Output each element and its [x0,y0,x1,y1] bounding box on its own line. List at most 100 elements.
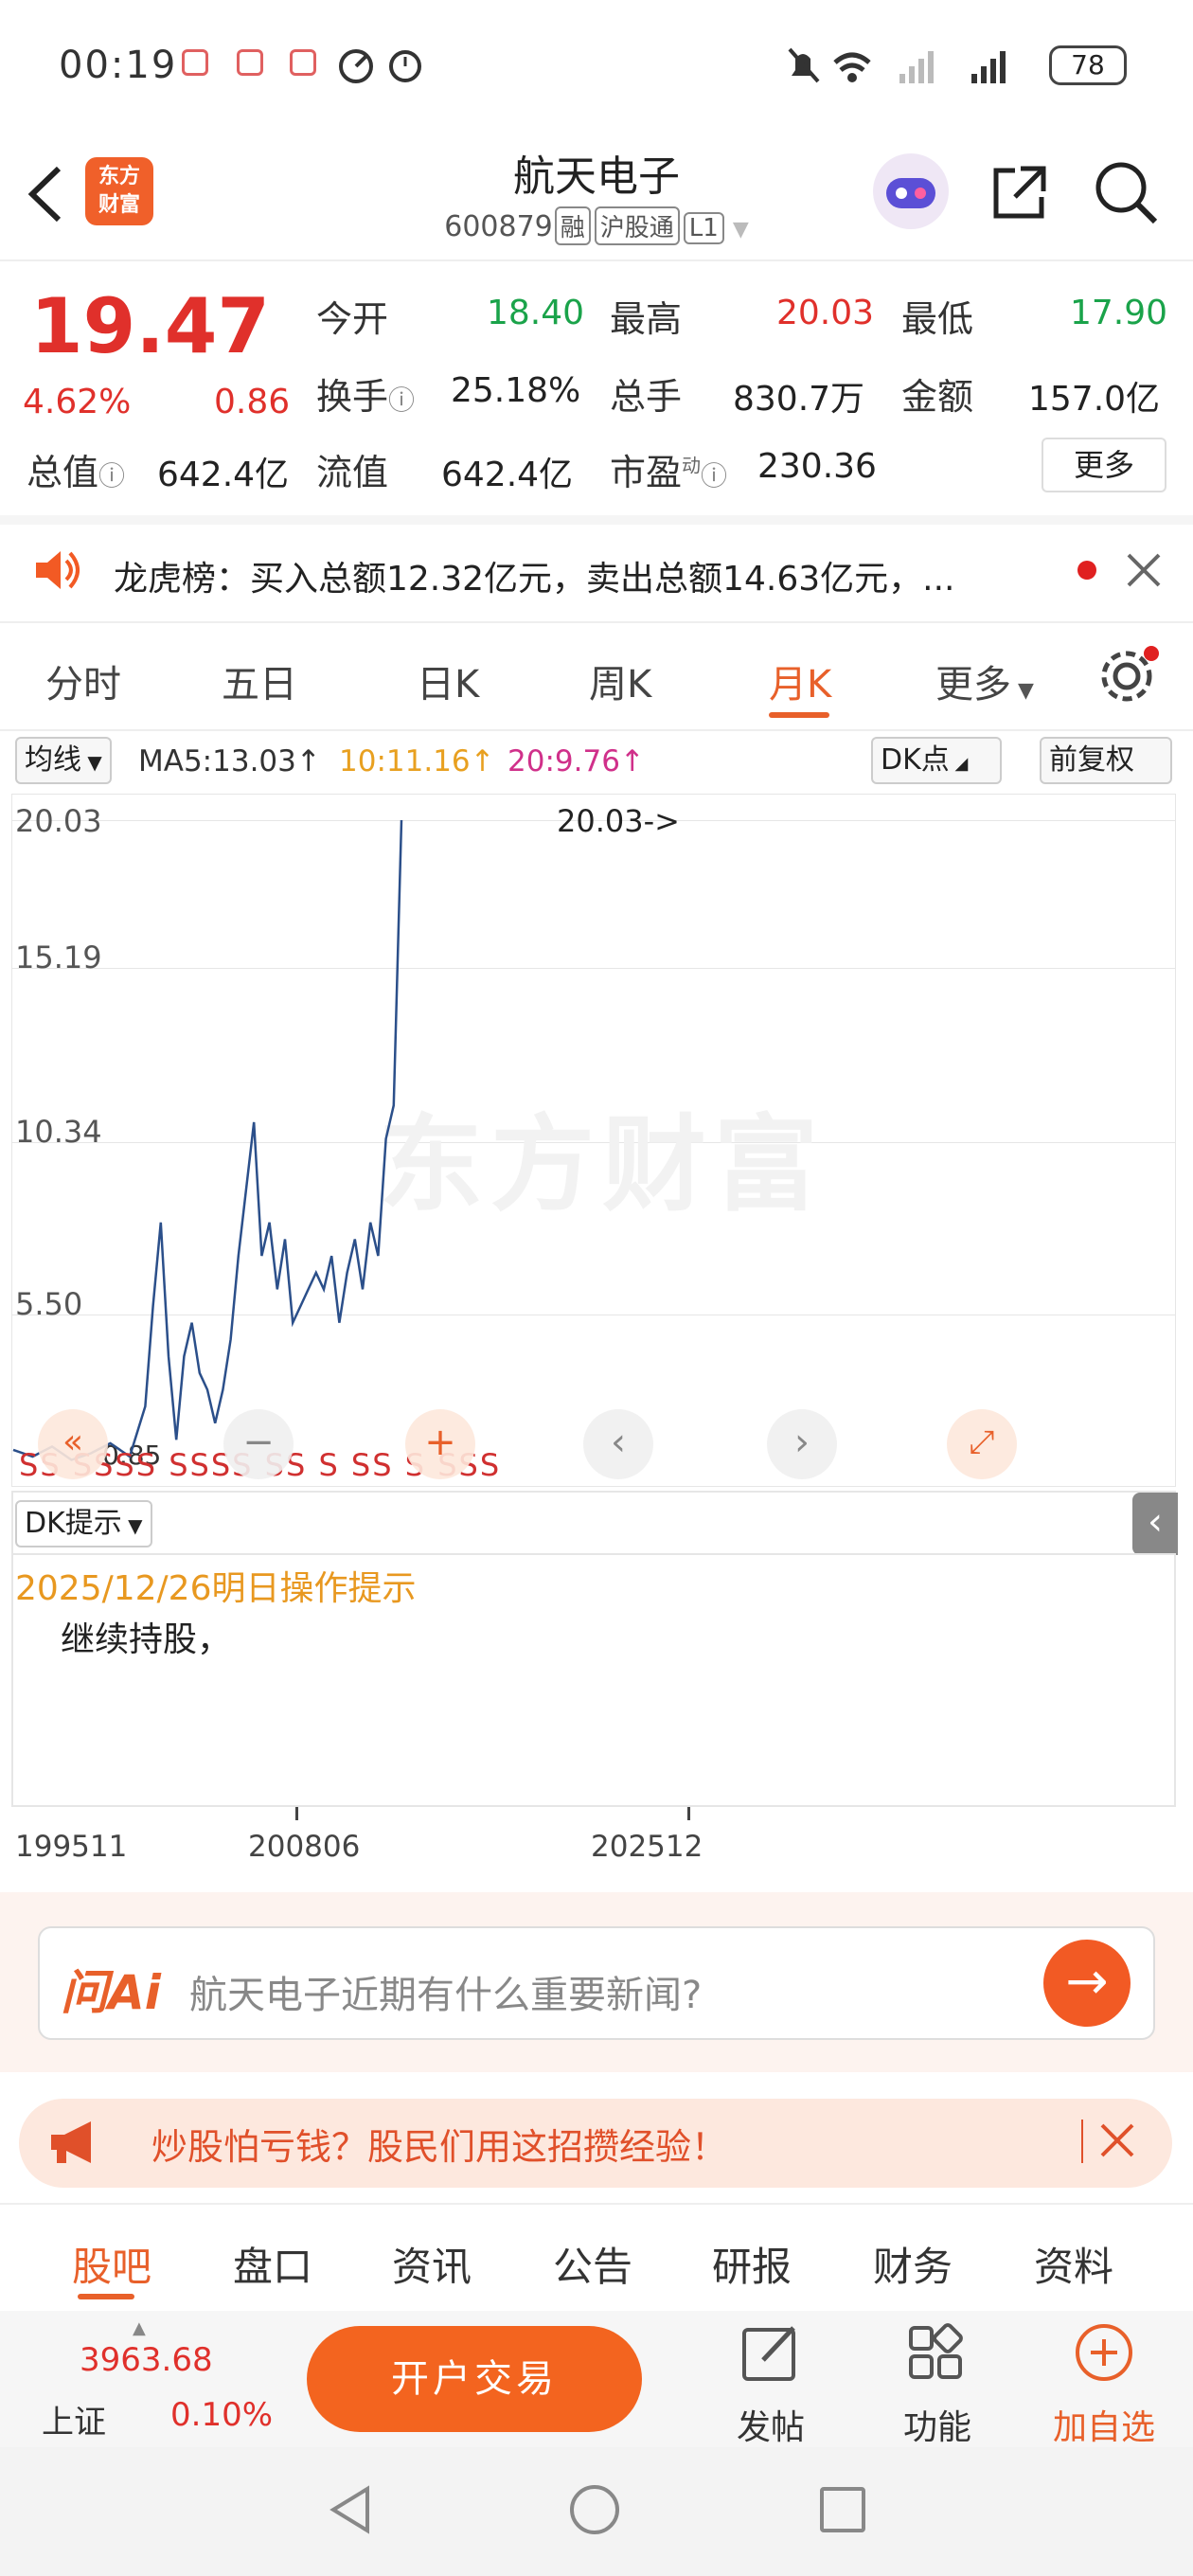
volume-value: 830.7万 [733,380,865,419]
tag-margin: 融 [554,206,591,245]
add-watchlist-icon[interactable] [1072,2320,1138,2387]
info-icon: ⓘ [98,460,126,492]
float-label: 流值 [316,452,389,493]
index-name[interactable]: 上证 [42,2396,106,2442]
last-price: 19.47 [30,282,271,370]
dropdown-icon[interactable]: ▼ [726,218,749,242]
tag-level: L1 [683,212,724,244]
divider [0,621,1193,623]
tab-more[interactable]: 更多 ▼ [935,653,1034,708]
divider [0,515,1193,525]
ask-ai-logo: 问Ai [61,1965,161,2020]
nav-back-icon[interactable] [322,2481,379,2538]
ask-submit-button[interactable]: → [1043,1940,1131,2027]
index-change[interactable]: 0.10% [170,2396,273,2434]
tab-five-day[interactable]: 五日 [222,653,297,708]
dk-hint-text: 继续持股， [61,1620,232,1659]
kline-chart[interactable] [11,794,1176,1487]
amount-value: 157.0亿 [1028,380,1161,419]
tab-monthly-k[interactable]: 月K [769,653,831,708]
x-tick-mark [295,1807,298,1820]
ma5-value: MA5:13.03↑ [138,744,321,778]
divider [1081,2120,1083,2163]
signal-icons [788,47,1006,83]
speaker-icon [36,551,80,589]
pe-value: 230.36 [757,447,877,486]
next-button[interactable]: › [767,1409,837,1479]
dragon-tiger-banner[interactable]: 龙虎榜：买入总额12.32亿元，卖出总额14.63亿元，... [114,551,954,600]
prev-button[interactable]: ‹ [583,1409,653,1479]
dk-hint-select[interactable]: DK提示 ▼ [15,1500,152,1547]
tag-connect: 沪股通 [594,206,680,245]
open-value: 18.40 [487,294,585,332]
function-icon[interactable] [905,2320,971,2387]
add-watchlist-label[interactable]: 加自选 [1053,2400,1155,2449]
turnover-value: 25.18% [451,371,581,410]
rewind-button[interactable]: « [38,1409,108,1479]
turnover-label: 换手ⓘ [316,376,416,418]
nav-recents-icon[interactable] [814,2481,871,2538]
open-account-trade-button[interactable]: 开户交易 [307,2326,642,2432]
divider [11,1553,1176,1555]
info-icon: ⓘ [388,385,416,416]
ma10-value: 10:11.16↑ [339,744,495,778]
mktcap-label: 总值ⓘ [27,452,126,493]
tab-research[interactable]: 研报 [712,2235,792,2293]
close-icon[interactable] [1098,2121,1136,2159]
battery-indicator: 78 [1049,45,1127,85]
nav-home-icon[interactable] [566,2481,623,2538]
low-label: 最低 [901,298,974,340]
adjust-select[interactable]: 前复权 [1040,737,1172,784]
divider [0,259,1193,261]
x-tick-mark [687,1807,690,1820]
tab-profile[interactable]: 资料 [1034,2235,1113,2293]
fullscreen-button[interactable]: ⤢ [947,1409,1017,1479]
tab-forum[interactable]: 股吧 [72,2235,151,2293]
dk-select[interactable]: DK点 ◢ [871,737,1002,784]
settings-icon[interactable] [1098,644,1161,707]
status-time: 00:19 [59,44,178,87]
dk-hint-title: 2025/12/26明日操作提示 [15,1569,417,1608]
share-icon[interactable] [988,161,1051,224]
ma-select[interactable]: 均线 ▼ [15,737,112,784]
x-tick: 200806 [248,1830,361,1864]
promo-text[interactable]: 炒股怕亏钱？股民们用这招攒经验！ [151,2118,727,2170]
float-value: 642.4亿 [441,456,574,494]
mktcap-value: 642.4亿 [157,456,290,494]
collapse-panel-button[interactable]: ‹ [1132,1493,1178,1555]
volume-label: 总手 [610,376,683,418]
megaphone-icon [51,2121,91,2163]
ma20-value: 20:9.76↑ [507,744,645,778]
tab-order-book[interactable]: 盘口 [233,2235,312,2293]
tab-daily-k[interactable]: 日K [417,653,479,708]
tab-financials[interactable]: 财务 [873,2235,953,2293]
close-icon[interactable] [1125,551,1163,589]
stock-code: 600879 [444,210,553,243]
zoom-out-button[interactable]: − [223,1409,294,1479]
index-value[interactable]: 3963.68 [80,2341,213,2379]
info-icon: ⓘ [701,460,728,492]
tab-news[interactable]: 资讯 [392,2235,472,2293]
divider [0,2203,1193,2205]
tab-weekly-k[interactable]: 周K [589,653,651,708]
robot-assistant-icon[interactable] [871,152,951,231]
open-label: 今开 [316,298,389,340]
pe-label: 市盈动ⓘ [610,452,728,493]
function-label[interactable]: 功能 [903,2400,971,2449]
tab-announcements[interactable]: 公告 [553,2235,632,2293]
app-notification-icon [182,49,208,76]
change-pct: 4.62% [23,383,132,421]
tab-intraday[interactable]: 分时 [45,653,121,708]
amount-label: 金额 [901,376,974,418]
low-value: 17.90 [1070,294,1168,332]
search-icon[interactable] [1093,159,1159,225]
zoom-in-button[interactable]: + [405,1409,475,1479]
more-button[interactable]: 更多 [1042,438,1166,492]
x-tick: 202512 [591,1830,703,1864]
ask-ai-placeholder[interactable]: 航天电子近期有什么重要新闻? [189,1964,702,2019]
post-icon[interactable] [739,2320,805,2387]
x-tick: 199511 [15,1830,128,1864]
price-line [12,819,403,1461]
speed-alarm-icons [339,49,421,83]
post-label[interactable]: 发帖 [737,2400,805,2449]
